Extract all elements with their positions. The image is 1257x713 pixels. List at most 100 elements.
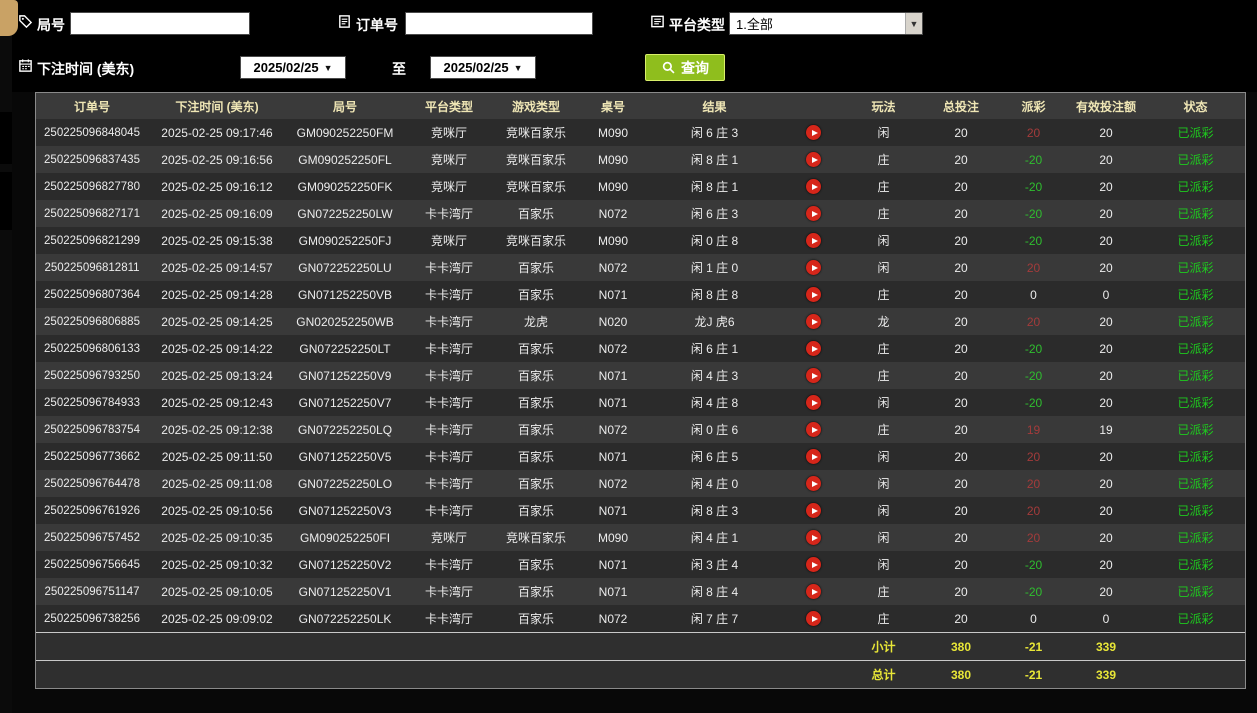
cell-valid_bet: 20 bbox=[1099, 395, 1113, 410]
play-video-button[interactable] bbox=[806, 557, 821, 572]
cell-payout: -20 bbox=[1024, 395, 1043, 410]
cell-platform: 竞咪厅 bbox=[430, 126, 467, 140]
cell-time: 2025-02-25 09:10:32 bbox=[161, 557, 273, 572]
play-icon bbox=[811, 453, 818, 460]
play-video-button[interactable] bbox=[806, 530, 821, 545]
cell-game: 百家乐 bbox=[517, 423, 554, 437]
round-number-input[interactable] bbox=[70, 12, 250, 35]
play-video-button[interactable] bbox=[806, 584, 821, 599]
order-number-input[interactable] bbox=[405, 12, 593, 35]
play-video-button[interactable] bbox=[806, 125, 821, 140]
cell-result: 闲 4 庄 1 bbox=[690, 531, 739, 545]
cell-status: 已派彩 bbox=[1177, 504, 1214, 518]
cell-result: 闲 3 庄 4 bbox=[690, 558, 739, 572]
cell-valid_bet: 20 bbox=[1099, 557, 1113, 572]
cell-game: 百家乐 bbox=[517, 558, 554, 572]
cell-table_no: M090 bbox=[597, 233, 629, 248]
play-video-button[interactable] bbox=[806, 233, 821, 248]
play-video-button[interactable] bbox=[806, 206, 821, 221]
cell-platform: 卡卡湾厅 bbox=[424, 504, 473, 518]
play-icon bbox=[811, 507, 818, 514]
play-cell bbox=[781, 227, 846, 254]
play-cell bbox=[781, 281, 846, 308]
cell-total_bet: 20 bbox=[954, 557, 968, 572]
cell-status: 已派彩 bbox=[1177, 315, 1214, 329]
play-video-button[interactable] bbox=[806, 422, 821, 437]
summary-empty-cell bbox=[781, 661, 846, 688]
cell-bet: 闲 bbox=[877, 396, 890, 410]
cell-round: GM090252250FM bbox=[296, 125, 394, 140]
cell-game: 竞咪百家乐 bbox=[505, 180, 566, 194]
column-header-order: 订单号 bbox=[73, 99, 110, 114]
summary-payout: -21 bbox=[1024, 639, 1043, 654]
cell-result: 闲 4 庄 3 bbox=[690, 369, 739, 383]
bet-records-table: 订单号 下注时间 (美东) 局号 平台类型 游戏类型 桌号 结果 玩法 总投注 派彩 有效投注额 状态… bbox=[35, 92, 1246, 689]
play-video-button[interactable] bbox=[806, 611, 821, 626]
summary-empty-cell bbox=[494, 633, 578, 660]
cell-bet: 庄 bbox=[877, 423, 890, 437]
cell-time: 2025-02-25 09:10:05 bbox=[161, 584, 273, 599]
cell-valid_bet: 20 bbox=[1099, 179, 1113, 194]
cell-table_no: N071 bbox=[598, 557, 628, 572]
table-summary: 小计 380 -21 339 总计 380 -21 339 bbox=[36, 632, 1245, 688]
cell-time: 2025-02-25 09:16:12 bbox=[161, 179, 273, 194]
table-row: 250225096761926 2025-02-25 09:10:56 GN0712… bbox=[36, 497, 1245, 524]
cell-table_no: M090 bbox=[597, 179, 629, 194]
table-row: 250225096812811 2025-02-25 09:14:57 GN0722… bbox=[36, 254, 1245, 281]
date-to-picker[interactable]: 2025/02/25 ▼ bbox=[430, 56, 536, 79]
table-row: 250225096827171 2025-02-25 09:16:09 GN0722… bbox=[36, 200, 1245, 227]
cell-order: 250225096761926 bbox=[44, 504, 140, 517]
play-video-button[interactable] bbox=[806, 152, 821, 167]
play-cell bbox=[781, 308, 846, 335]
cell-payout: -20 bbox=[1024, 233, 1043, 248]
summary-empty-cell bbox=[36, 661, 148, 688]
play-video-button[interactable] bbox=[806, 368, 821, 383]
cell-total_bet: 20 bbox=[954, 179, 968, 194]
play-video-button[interactable] bbox=[806, 179, 821, 194]
cell-payout: 19 bbox=[1026, 422, 1041, 437]
play-video-button[interactable] bbox=[806, 476, 821, 491]
play-video-button[interactable] bbox=[806, 395, 821, 410]
play-video-button[interactable] bbox=[806, 314, 821, 329]
cell-result: 闲 4 庄 8 bbox=[690, 396, 739, 410]
date-from-picker[interactable]: 2025/02/25 ▼ bbox=[240, 56, 346, 79]
cell-valid_bet: 19 bbox=[1099, 422, 1113, 437]
cell-platform: 卡卡湾厅 bbox=[424, 288, 473, 302]
cell-table_no: N071 bbox=[598, 449, 628, 464]
cell-platform: 卡卡湾厅 bbox=[424, 342, 473, 356]
play-video-button[interactable] bbox=[806, 287, 821, 302]
play-icon bbox=[811, 534, 818, 541]
cell-result: 闲 8 庄 8 bbox=[690, 288, 739, 302]
query-button[interactable]: 查询 bbox=[645, 54, 725, 81]
play-icon bbox=[811, 210, 818, 217]
cell-bet: 庄 bbox=[877, 288, 890, 302]
play-cell bbox=[781, 470, 846, 497]
cell-order: 250225096806133 bbox=[44, 342, 140, 355]
cell-round: GN072252250LU bbox=[298, 260, 392, 275]
column-header-bet: 玩法 bbox=[871, 99, 896, 114]
cell-total_bet: 20 bbox=[954, 260, 968, 275]
cell-order: 250225096821299 bbox=[44, 234, 140, 247]
cell-platform: 竞咪厅 bbox=[430, 153, 467, 167]
sidebar-collapse-tab[interactable] bbox=[0, 0, 18, 36]
play-video-button[interactable] bbox=[806, 503, 821, 518]
cell-platform: 竞咪厅 bbox=[430, 234, 467, 248]
play-video-button[interactable] bbox=[806, 260, 821, 275]
play-cell bbox=[781, 362, 846, 389]
cell-platform: 卡卡湾厅 bbox=[424, 450, 473, 464]
cell-table_no: N071 bbox=[598, 395, 628, 410]
cell-platform: 卡卡湾厅 bbox=[424, 315, 473, 329]
table-row: 250225096773662 2025-02-25 09:11:50 GN0712… bbox=[36, 443, 1245, 470]
platform-type-select[interactable]: 1.全部 ▼ bbox=[729, 12, 923, 35]
column-header-round: 局号 bbox=[332, 99, 357, 114]
column-header-valid_bet: 有效投注额 bbox=[1075, 99, 1136, 114]
table-row: 250225096757452 2025-02-25 09:10:35 GM0902… bbox=[36, 524, 1245, 551]
cell-valid_bet: 20 bbox=[1099, 260, 1113, 275]
cell-payout: 20 bbox=[1026, 449, 1041, 464]
cell-order: 250225096807364 bbox=[44, 288, 140, 301]
play-video-button[interactable] bbox=[806, 449, 821, 464]
play-video-button[interactable] bbox=[806, 341, 821, 356]
cell-round: GN020252250WB bbox=[296, 314, 394, 329]
cell-valid_bet: 20 bbox=[1099, 584, 1113, 599]
cell-status: 已派彩 bbox=[1177, 423, 1214, 437]
